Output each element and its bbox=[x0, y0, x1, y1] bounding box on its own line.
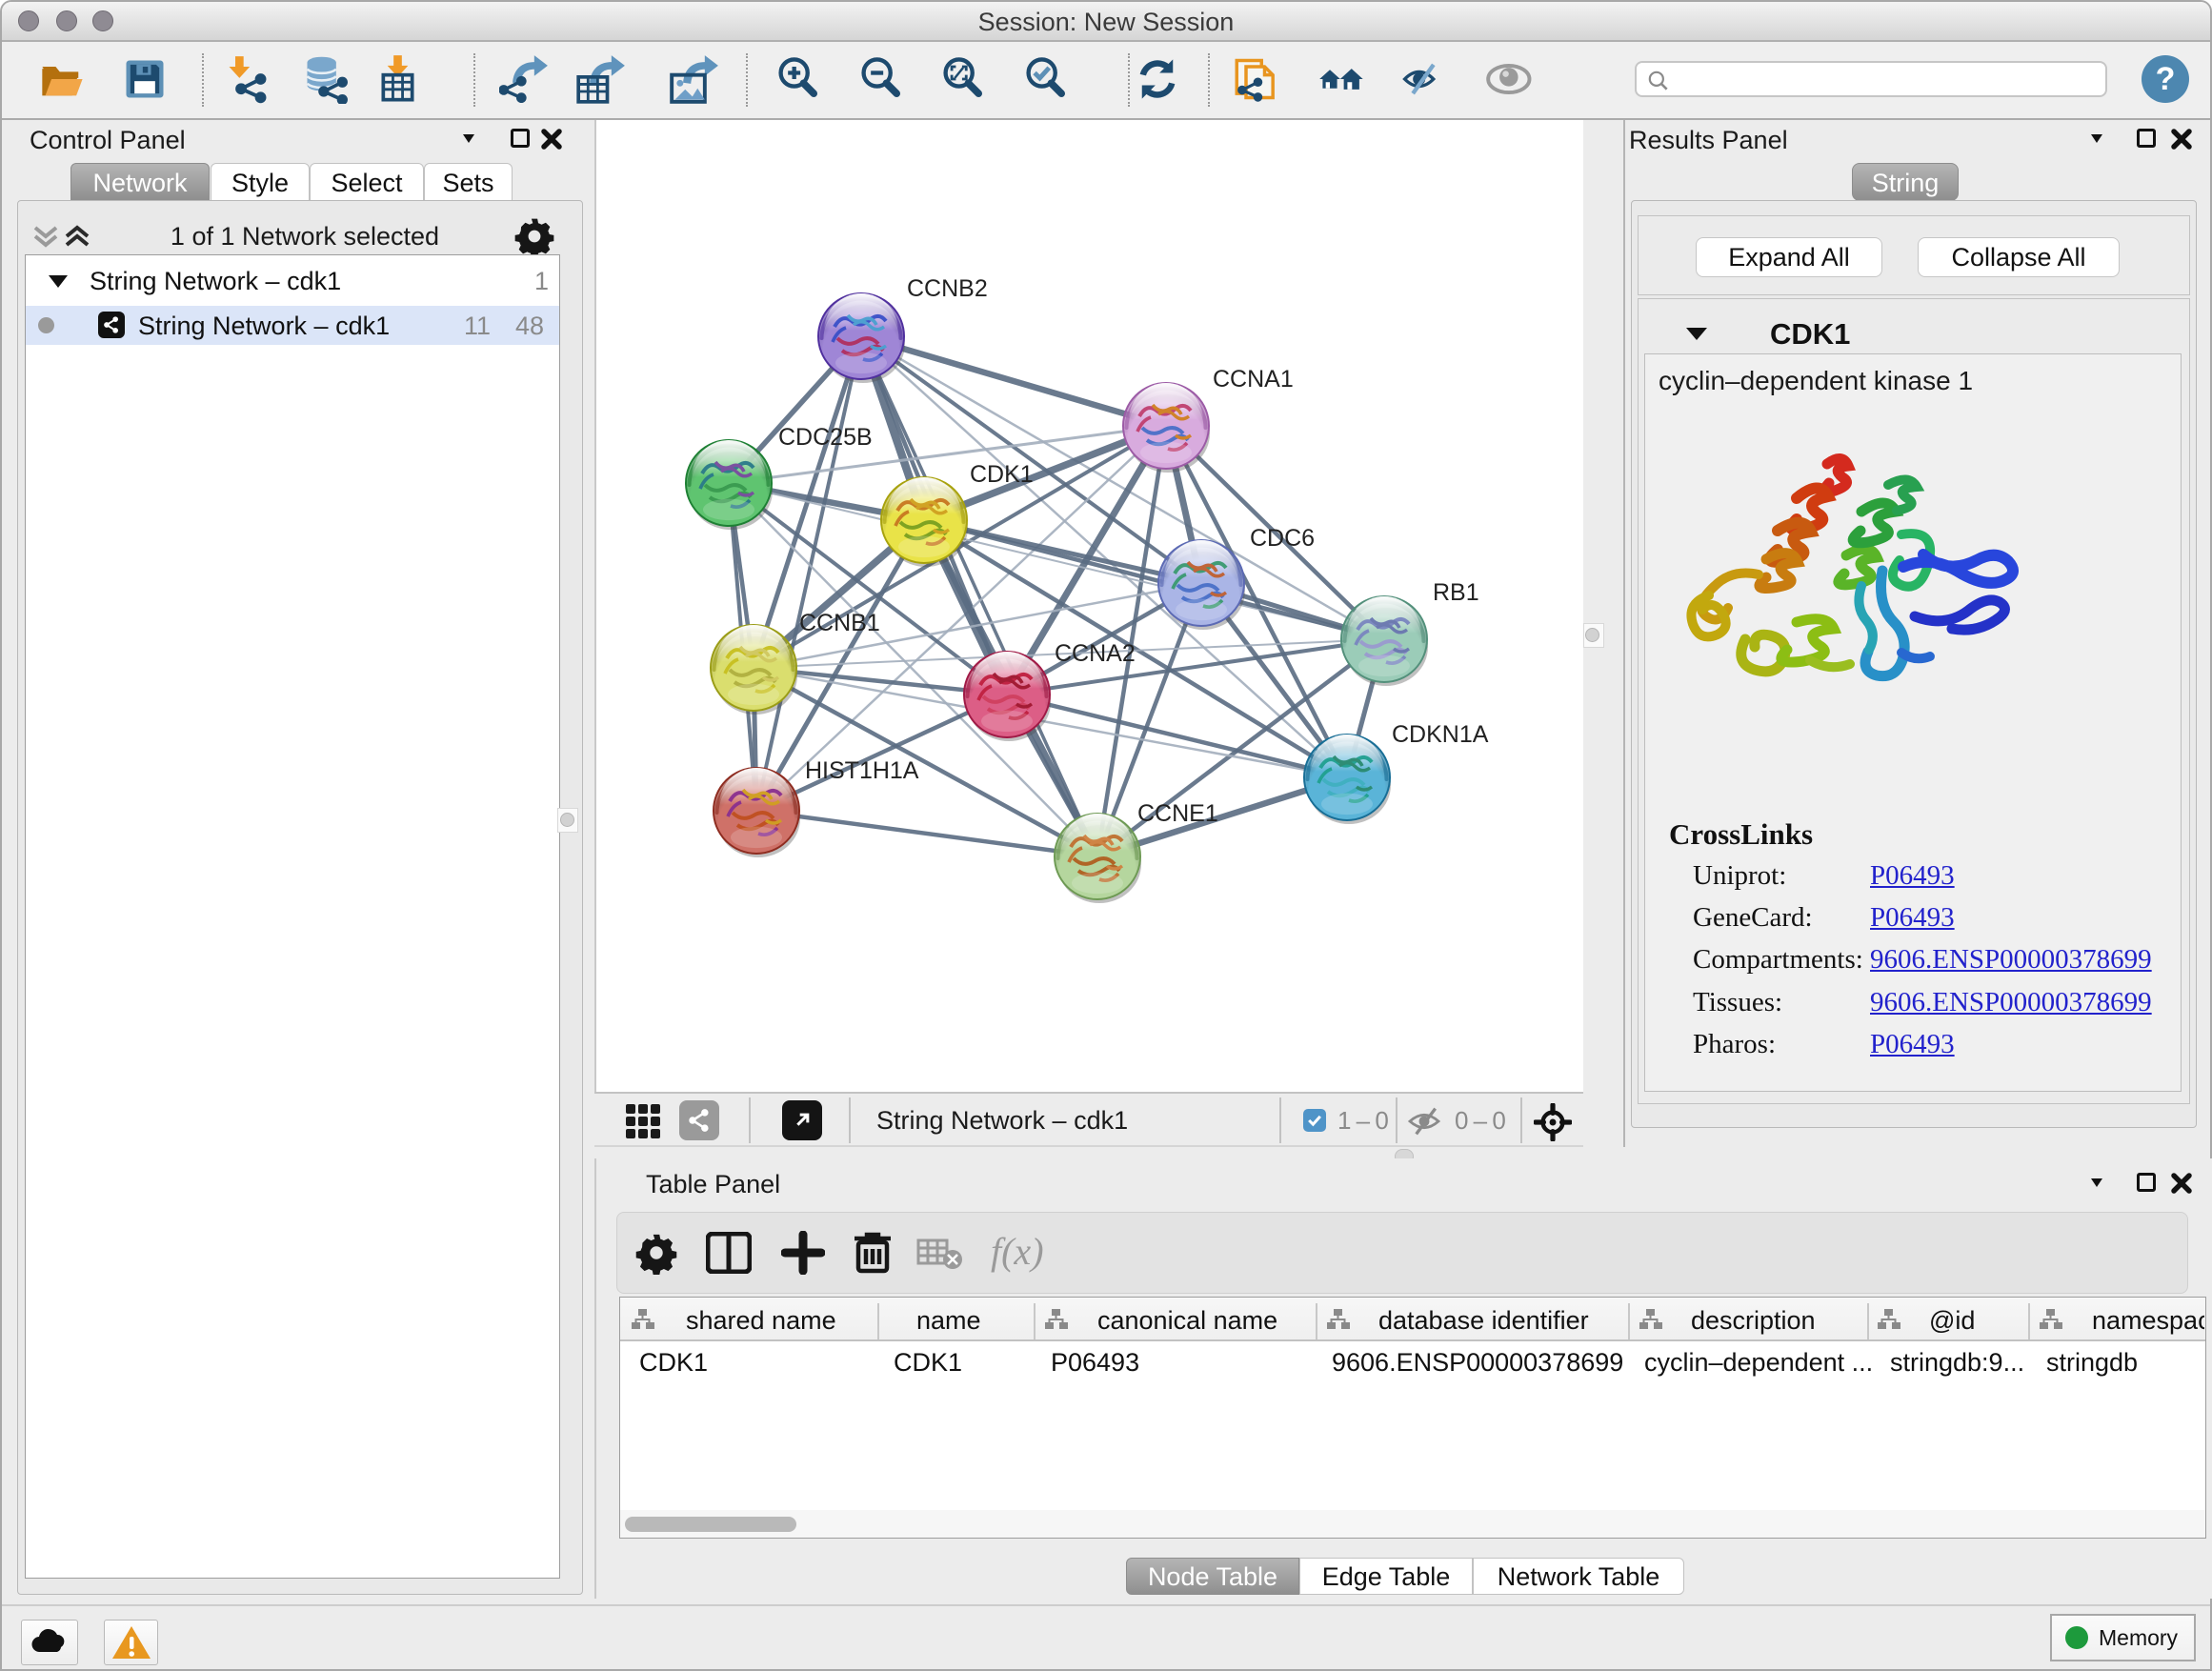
svg-text:CDC6: CDC6 bbox=[1250, 525, 1315, 552]
svg-text:CCNB1: CCNB1 bbox=[799, 610, 880, 636]
svg-text:CCNB2: CCNB2 bbox=[907, 275, 988, 302]
svg-text:HIST1H1A: HIST1H1A bbox=[805, 757, 919, 784]
svg-text:CCNE1: CCNE1 bbox=[1137, 800, 1218, 827]
svg-text:CDKN1A: CDKN1A bbox=[1392, 721, 1489, 748]
svg-text:CDK1: CDK1 bbox=[970, 461, 1034, 488]
svg-text:CDC25B: CDC25B bbox=[778, 424, 873, 451]
svg-text:CCNA1: CCNA1 bbox=[1213, 366, 1294, 393]
svg-text:CCNA2: CCNA2 bbox=[1055, 640, 1136, 667]
svg-text:RB1: RB1 bbox=[1433, 579, 1479, 606]
